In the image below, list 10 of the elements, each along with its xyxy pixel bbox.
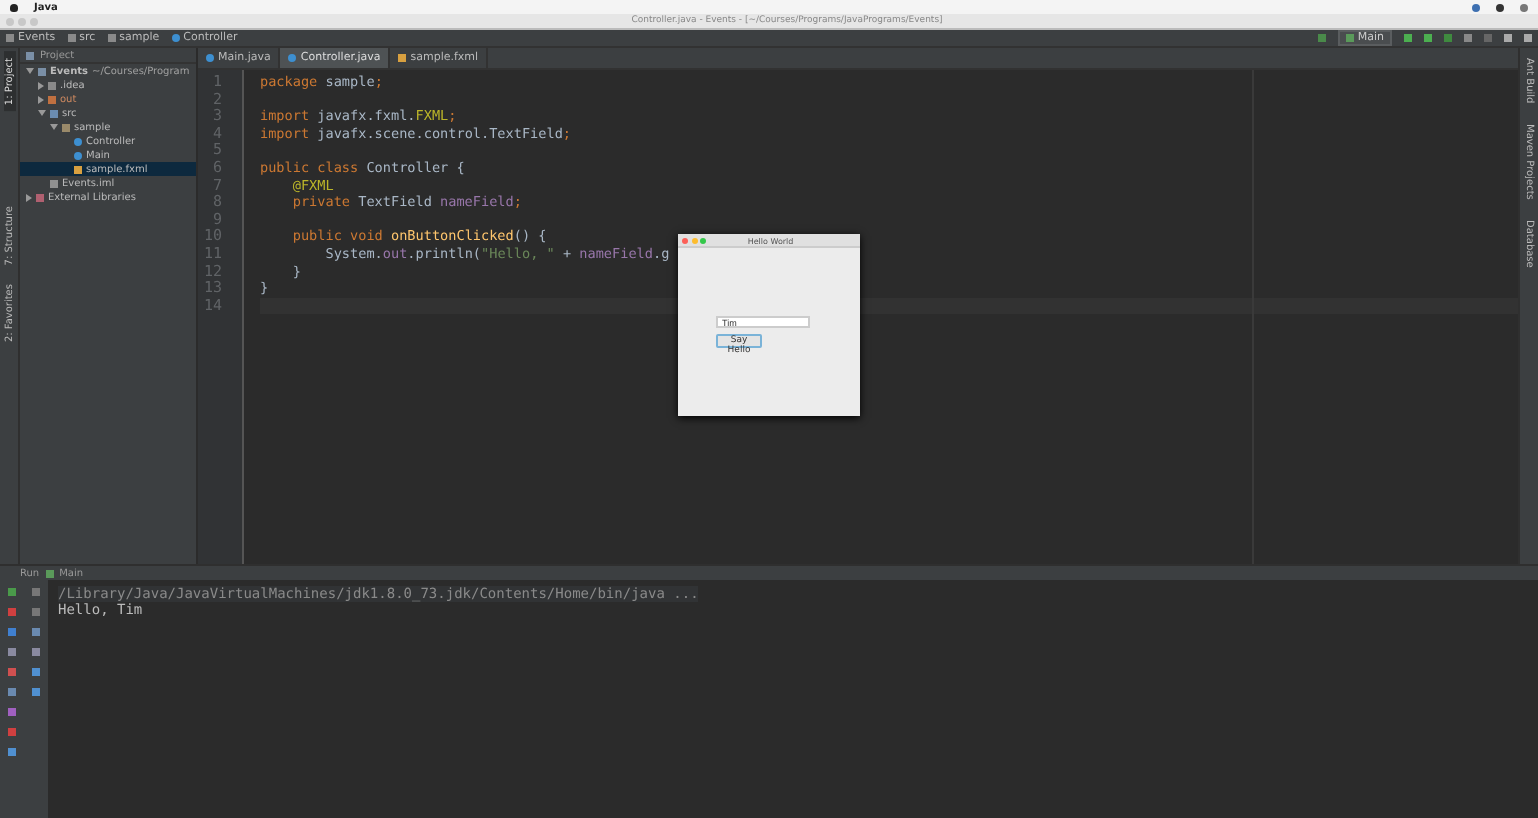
folder-icon	[6, 34, 14, 42]
class-icon	[171, 34, 180, 42]
class-icon	[288, 54, 297, 62]
file-icon	[74, 165, 82, 173]
file-icon	[50, 179, 58, 187]
class-icon	[206, 54, 214, 62]
folder-icon	[67, 34, 76, 42]
file-icon	[398, 54, 407, 62]
library-icon	[36, 193, 44, 201]
folder-icon	[107, 34, 116, 42]
